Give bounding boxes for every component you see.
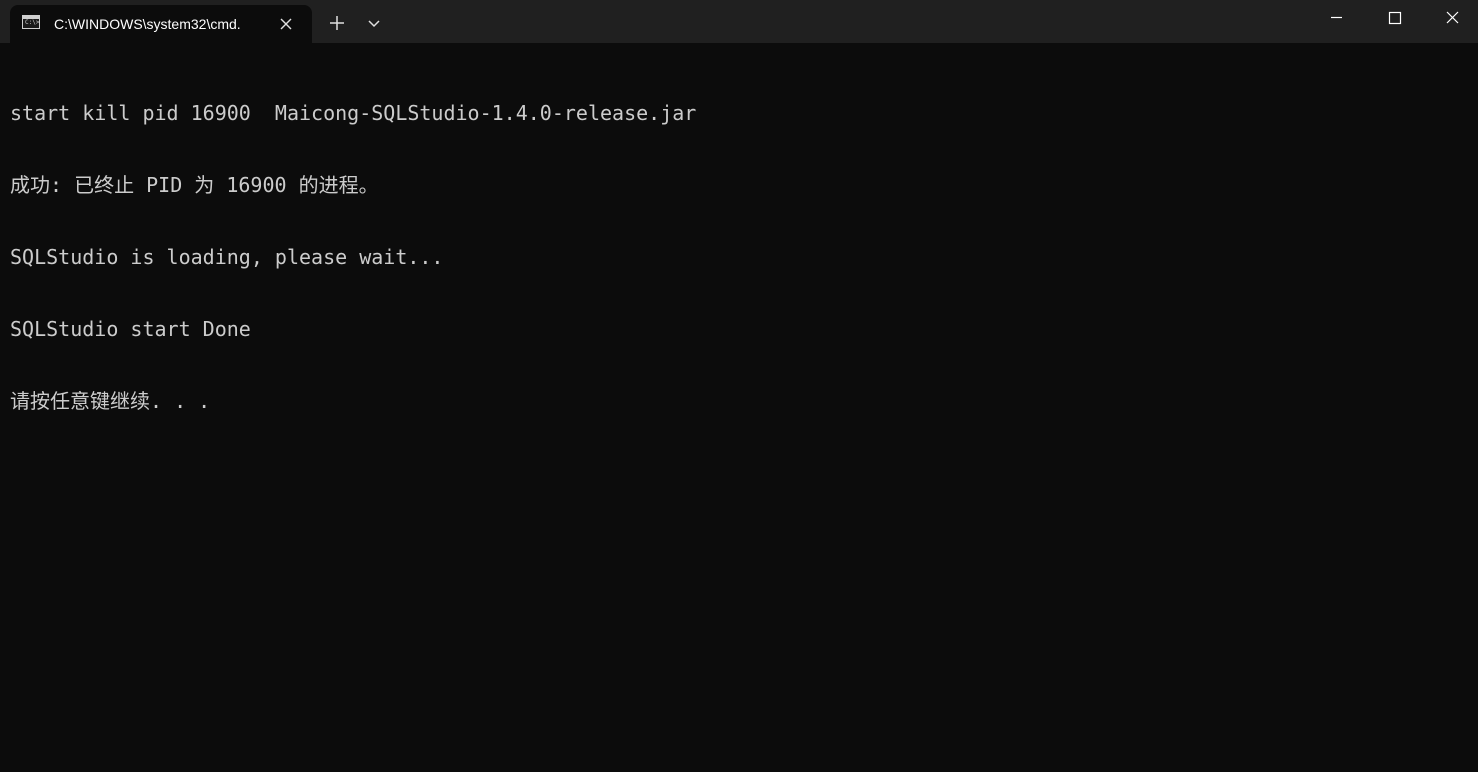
- tab-cmd[interactable]: C:\> C:\WINDOWS\system32\cmd.: [10, 5, 312, 43]
- minimize-button[interactable]: [1307, 0, 1365, 36]
- close-icon: [1446, 11, 1459, 24]
- console-line: 成功: 已终止 PID 为 16900 的进程。: [10, 173, 379, 197]
- chevron-down-icon: [368, 20, 380, 28]
- tab-dropdown-button[interactable]: [360, 8, 388, 38]
- console-output[interactable]: start kill pid 16900 Maicong-SQLStudio-1…: [10, 53, 1470, 763]
- maximize-button[interactable]: [1365, 0, 1423, 36]
- maximize-icon: [1388, 11, 1402, 25]
- terminal-window: C:\> C:\WINDOWS\system32\cmd. start kill…: [0, 0, 1478, 772]
- terminal-icon: C:\>: [22, 15, 40, 29]
- title-bar[interactable]: C:\> C:\WINDOWS\system32\cmd.: [0, 0, 1478, 43]
- close-window-button[interactable]: [1423, 0, 1478, 36]
- console-line: SQLStudio is loading, please wait...: [10, 245, 444, 269]
- console-line: start kill pid 16900 Maicong-SQLStudio-1…: [10, 101, 697, 125]
- tab-title: C:\WINDOWS\system32\cmd.: [54, 16, 241, 32]
- console-line: SQLStudio start Done: [10, 317, 251, 341]
- minimize-icon: [1331, 16, 1342, 19]
- close-icon: [280, 18, 292, 30]
- terminal-icon-prompt: C:\>: [25, 19, 40, 26]
- tab-close-button[interactable]: [274, 12, 298, 36]
- plus-icon: [330, 16, 344, 30]
- console-line: 请按任意键继续. . .: [10, 389, 211, 413]
- new-tab-button[interactable]: [322, 8, 352, 38]
